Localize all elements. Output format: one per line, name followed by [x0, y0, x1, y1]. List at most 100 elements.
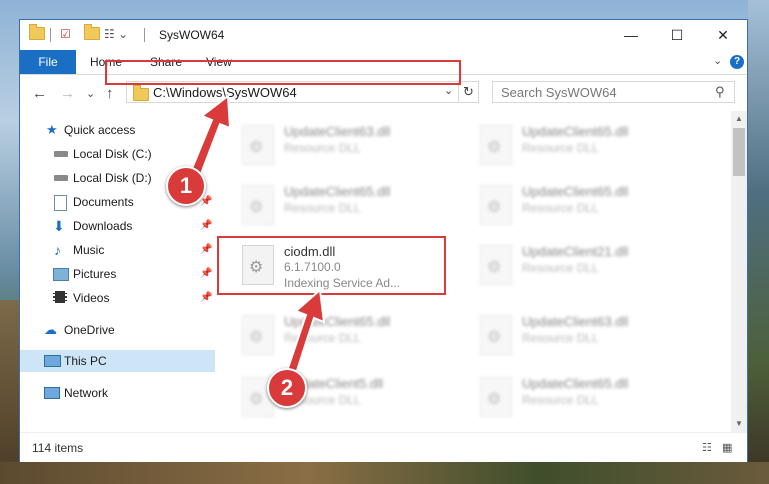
folder-icon: [133, 85, 149, 101]
sidebar-item-label: Videos: [73, 291, 110, 305]
cloud-icon: ☁: [44, 322, 57, 337]
gear-icon: ⚙: [487, 259, 502, 276]
file-item[interactable]: ⚙ UpdateClient21.dll Resource DLL: [474, 241, 694, 291]
gear-icon: ⚙: [249, 329, 264, 346]
new-folder-icon[interactable]: [84, 24, 100, 43]
file-type: Resource DLL: [284, 141, 361, 155]
recent-locations-button[interactable]: ⌄: [86, 87, 95, 100]
file-item[interactable]: ⚙ UpdateClient65.dll Resource DLL: [474, 181, 694, 231]
customize-toolbar-icon[interactable]: ☷ ⌄: [104, 27, 128, 43]
sidebar-item-onedrive[interactable]: ☁ OneDrive: [20, 319, 215, 341]
file-item[interactable]: ⚙ UpdateClient65.dll Resource DLL: [474, 121, 694, 171]
sidebar-item-videos[interactable]: Videos 📌: [20, 287, 215, 309]
up-button[interactable]: ↑: [106, 85, 114, 102]
toolbar-separator: [50, 28, 51, 42]
network-icon: [44, 387, 60, 399]
file-item[interactable]: ⚙ UpdateClient65.dll Resource DLL: [236, 311, 456, 361]
tab-file[interactable]: File: [20, 50, 76, 74]
file-item[interactable]: ⚙ UpdateClient65.dll Resource DLL: [236, 181, 456, 231]
scroll-down-icon[interactable]: ▼: [731, 416, 747, 432]
scrollbar-thumb[interactable]: [733, 128, 745, 176]
search-icon: ⚲: [715, 84, 725, 99]
drive-icon: [54, 151, 68, 157]
gear-icon: ⚙: [487, 391, 502, 408]
close-button[interactable]: ✕: [700, 20, 746, 50]
forward-button[interactable]: →: [60, 85, 75, 102]
item-count: 114 items: [32, 441, 84, 455]
sidebar-item-label: Pictures: [73, 267, 117, 281]
navigation-pane: ★ Quick access Local Disk (C:) Local Dis…: [20, 111, 215, 432]
sidebar-item-label: Documents: [73, 195, 134, 209]
file-name: UpdateClient65.dll: [522, 376, 629, 391]
help-icon[interactable]: ?: [730, 55, 744, 69]
sidebar-item-label: Network: [64, 386, 109, 400]
search-placeholder: Search SysWOW64: [501, 85, 617, 100]
file-type: Resource DLL: [522, 141, 599, 155]
file-name: UpdateClient65.dll: [522, 184, 629, 199]
file-type: Resource DLL: [284, 331, 361, 345]
pin-icon[interactable]: 📌: [200, 215, 212, 237]
step-2-badge: 2: [267, 368, 307, 408]
back-button[interactable]: ←: [32, 85, 47, 102]
desktop-background-right: [748, 0, 769, 484]
sidebar-item-pictures[interactable]: Pictures 📌: [20, 263, 215, 285]
vertical-scrollbar[interactable]: ▲ ▼: [731, 111, 747, 432]
file-name: UpdateClient65.dll: [284, 184, 391, 199]
pin-icon[interactable]: 📌: [200, 239, 212, 261]
computer-icon: [44, 355, 61, 367]
toolbar-separator: [144, 28, 145, 42]
desktop-background-bottom: [0, 462, 769, 484]
downloads-icon: ⬇: [53, 218, 65, 234]
file-type: Resource DLL: [522, 261, 599, 275]
sidebar-item-quick-access[interactable]: ★ Quick access: [20, 119, 215, 141]
address-highlight-box: [105, 60, 461, 85]
file-item[interactable]: ⚙ UpdateClient63.dll Resource DLL: [474, 311, 694, 361]
sidebar-item-label: Downloads: [73, 219, 133, 233]
file-type: Resource DLL: [284, 201, 361, 215]
pin-icon[interactable]: 📌: [200, 263, 212, 285]
file-highlight-box: [217, 236, 446, 295]
step-1-badge: 1: [166, 166, 206, 206]
scroll-up-icon[interactable]: ▲: [731, 111, 747, 127]
sidebar-item-label: Local Disk (D:): [73, 171, 152, 185]
file-item[interactable]: ⚙ UpdateClient63.dll Resource DLL: [236, 121, 456, 171]
file-name: UpdateClient63.dll: [522, 314, 629, 329]
sidebar-item-this-pc[interactable]: This PC: [20, 350, 215, 372]
pictures-icon: [53, 268, 69, 281]
file-name: UpdateClient21.dll: [522, 244, 629, 259]
sidebar-item-local-disk-c[interactable]: Local Disk (C:): [20, 143, 215, 165]
gear-icon: ⚙: [487, 199, 502, 216]
pin-icon[interactable]: 📌: [200, 287, 212, 309]
gear-icon: ⚙: [249, 199, 264, 216]
file-name: UpdateClient65.dll: [522, 124, 629, 139]
folder-icon[interactable]: [29, 24, 45, 43]
window-title: SysWOW64: [159, 28, 225, 42]
gear-icon: ⚙: [249, 391, 264, 408]
large-icons-view-icon[interactable]: ▦: [722, 441, 732, 454]
expand-ribbon-icon[interactable]: ⌄: [713, 54, 722, 67]
file-name: UpdateClient63.dll: [284, 124, 391, 139]
gear-icon: ⚙: [487, 329, 502, 346]
file-item[interactable]: ⚙ UpdateClient65.dll Resource DLL: [474, 373, 694, 423]
minimize-button[interactable]: —: [608, 20, 654, 50]
properties-icon[interactable]: ☑: [60, 27, 71, 43]
sidebar-item-label: OneDrive: [64, 323, 115, 337]
address-dropdown-icon[interactable]: ⌄: [444, 84, 453, 97]
documents-icon: [54, 195, 67, 211]
maximize-button[interactable]: ☐: [654, 20, 700, 50]
gear-icon: ⚙: [487, 139, 502, 156]
address-path: C:\Windows\SysWOW64: [153, 85, 297, 100]
sidebar-item-label: Quick access: [64, 123, 136, 137]
search-input[interactable]: Search SysWOW64 ⚲: [492, 81, 735, 103]
sidebar-item-music[interactable]: ♪ Music 📌: [20, 239, 215, 261]
sidebar-item-network[interactable]: Network: [20, 382, 215, 404]
music-icon: ♪: [54, 242, 61, 258]
sidebar-item-label: Local Disk (C:): [73, 147, 152, 161]
sidebar-item-downloads[interactable]: ⬇ Downloads 📌: [20, 215, 215, 237]
star-icon: ★: [46, 122, 58, 137]
details-view-icon[interactable]: ☷: [702, 441, 712, 454]
file-type: Resource DLL: [522, 393, 599, 407]
title-bar: ☑ ☷ ⌄ SysWOW64 — ☐ ✕: [20, 20, 747, 50]
refresh-button[interactable]: ↻: [458, 81, 479, 103]
file-name: UpdateClient65.dll: [284, 314, 391, 329]
